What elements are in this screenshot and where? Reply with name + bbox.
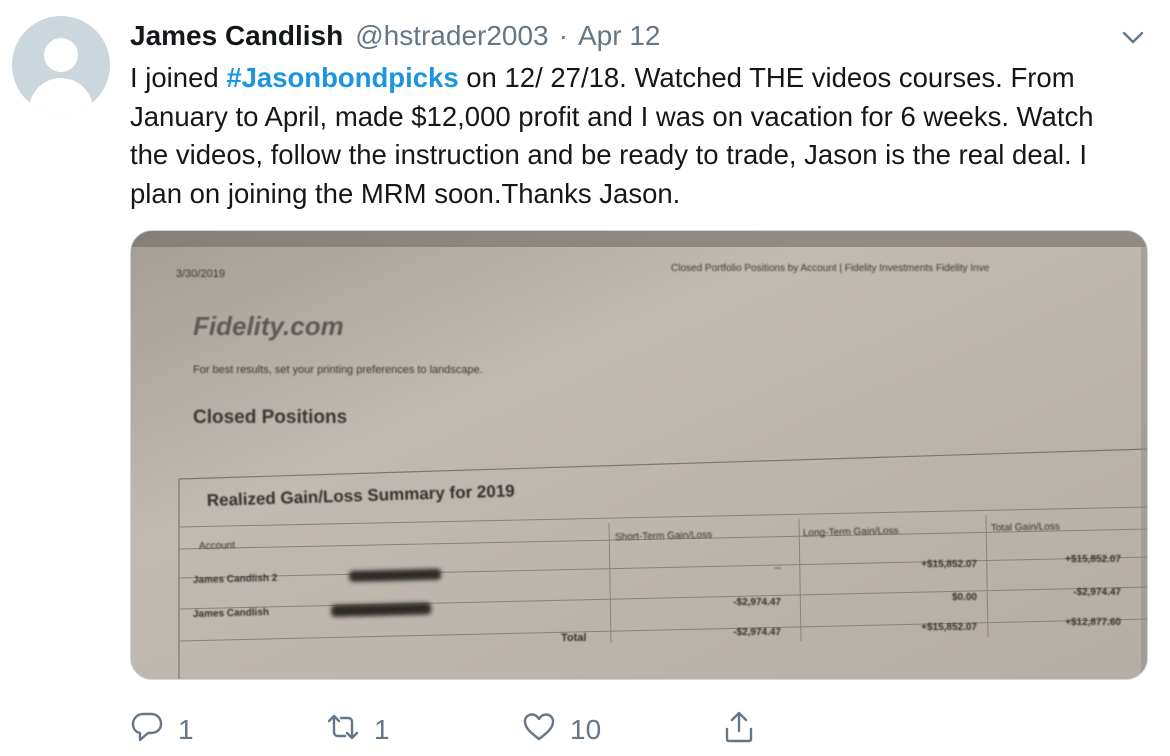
tweet-photo[interactable]: 3/30/2019 Closed Portfolio Positions by … [130,230,1148,680]
author-handle[interactable]: @hstrader2003 [355,20,548,52]
heart-icon [522,710,556,751]
column-header-long-term: Long-Term Gain/Loss [803,526,899,539]
row-total: -$2,974.47 [1073,587,1121,598]
print-hint: For best results, set your printing pref… [193,364,483,376]
row-short-term: -$2,974.47 [733,597,781,608]
tweet-text: I joined #Jasonbondpicks on 12/ 27/18. W… [130,59,1130,213]
tweet-actions: 1 1 10 [130,708,770,752]
retweet-count: 1 [374,714,390,745]
reply-button[interactable]: 1 [130,708,194,752]
paper-background [131,231,1147,679]
fidelity-statement-photo: 3/30/2019 Closed Portfolio Positions by … [131,231,1147,679]
column-header-total: Total Gain/Loss [991,521,1060,534]
retweet-icon [326,710,360,751]
row-short-term: -- [774,563,781,574]
reply-count: 1 [178,714,194,745]
row-total: +$15,852.07 [1065,554,1121,565]
share-button[interactable] [722,708,756,752]
fidelity-logo: Fidelity.com [193,311,344,341]
avatar[interactable] [12,16,110,114]
tweet-header: James Candlish @hstrader2003 · Apr 12 [130,18,660,54]
tweet-text-before: I joined [130,62,227,93]
paper-edge [1141,247,1147,679]
chevron-down-icon[interactable] [1118,22,1148,52]
doc-date: 3/30/2019 [176,268,225,280]
column-header-account: Account [199,540,236,552]
row-account: James Candlish 2 [193,573,278,586]
avatar-body-shape [29,78,93,114]
like-button[interactable]: 10 [522,708,601,752]
author-name[interactable]: James Candlish [130,20,343,52]
section-title: Closed Positions [193,407,347,428]
reply-icon [130,710,164,751]
share-icon [722,710,756,751]
row-long-term: $0.00 [952,592,977,603]
hashtag-link[interactable]: #Jasonbondpicks [226,62,458,93]
retweet-button[interactable]: 1 [326,708,390,752]
total-long-term: +$15,852.07 [921,622,977,633]
like-count: 10 [570,714,602,745]
tweet-date[interactable]: Apr 12 [578,20,661,52]
avatar-head-shape [44,38,78,72]
paper-top-shadow [131,231,1147,247]
row-account: James Candlish [193,607,269,620]
row-long-term: +$15,852.07 [921,559,977,570]
separator-dot: · [558,20,568,51]
total-label: Total [561,632,586,644]
total-total: +$12,877.60 [1065,617,1121,628]
total-short-term: -$2,974.47 [733,627,781,638]
doc-header: Closed Portfolio Positions by Account | … [671,263,990,274]
